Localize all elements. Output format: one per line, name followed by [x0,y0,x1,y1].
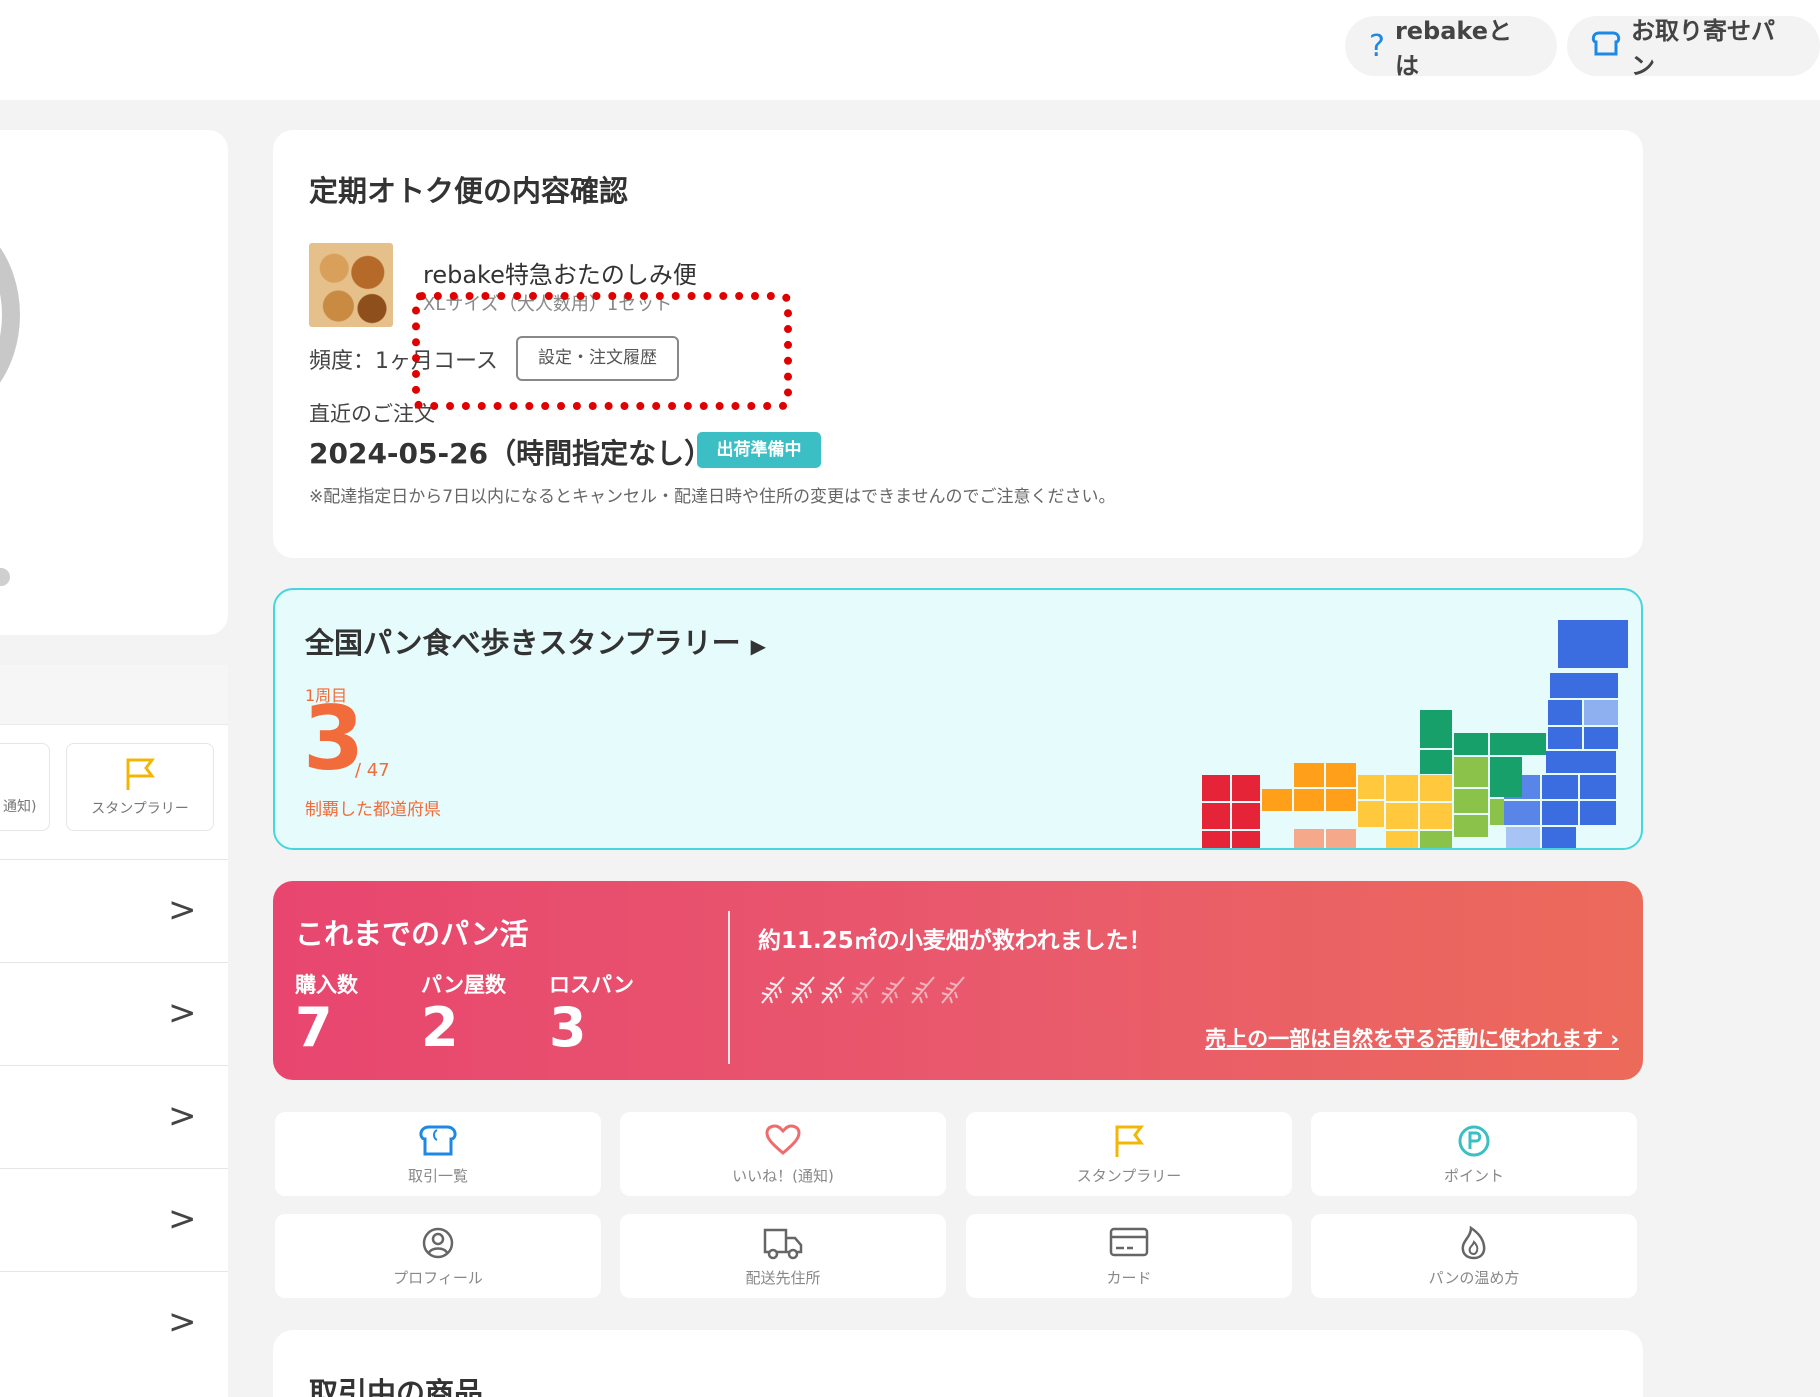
side-tile-notification[interactable]: 通知) [0,743,50,831]
side-tile-notification-label: 通知) [3,799,37,815]
avatar-edit-dot[interactable] [0,568,10,586]
stamp-rally-title: 全国パン食べ歩きスタンプラリー ▶ [305,620,766,662]
stamp-rally-title-text: 全国パン食べ歩きスタンプラリー [305,626,741,660]
tile-points-label: ポイント [1443,1167,1504,1185]
tile-likes-label: いいね！(通知) [732,1167,834,1185]
flag-icon [126,758,155,790]
nature-activity-link[interactable]: 売上の一部は自然を守る活動に使われます › [1205,1023,1619,1053]
stamp-rally-card[interactable]: 全国パン食べ歩きスタンプラリー ▶ 1周目 3 / 47 制覇した都道府県 [273,588,1643,850]
about-rebake-button[interactable]: ? rebakeとは [1345,16,1557,80]
tile-card[interactable]: カード [966,1214,1292,1298]
order-bread-label: お取り寄せパン [1631,17,1775,80]
flame-icon [1461,1226,1486,1260]
tile-card-label: カード [1106,1269,1152,1287]
tile-points[interactable]: ポイント [1311,1112,1637,1196]
tile-likes[interactable]: いいね！(通知) [620,1112,946,1196]
tile-warming-guide-label: パンの温め方 [1428,1269,1520,1287]
about-rebake-label: rebakeとは [1394,17,1513,80]
side-menu: 通知) スタンプラリー > > > > > [0,665,228,1397]
side-menu-row[interactable]: > [0,859,228,962]
prefecture-total: / 47 [355,760,390,781]
cancellation-note: ※配達指定日から7日以内になるとキャンセル・配達日時や住所の変更はできませんので… [309,487,1116,507]
user-icon [422,1227,454,1259]
question-icon: ? [1369,28,1385,64]
stat-bakery-value: 2 [421,996,459,1059]
side-menu-row[interactable]: > [0,962,228,1065]
stat-loss-bread-label: ロスパン [549,973,635,997]
stat-bakery-label: パン屋数 [421,973,507,997]
tile-transactions[interactable]: 取引一覧 [275,1112,601,1196]
side-tile-stamp-rally-label: スタンプラリー [91,801,189,817]
tile-profile-label: プロフィール [393,1269,483,1287]
bread-icon [1591,29,1621,64]
status-badge: 出荷準備中 [697,432,821,468]
recent-order-date: 2024-05-26（時間指定なし） [309,437,713,470]
avatar [0,210,20,420]
chevron-right-icon: > [168,993,197,1033]
heart-icon [765,1124,801,1155]
subscription-title: 定期オトク便の内容確認 [309,174,629,208]
trading-items-card: 取引中の商品 [273,1330,1643,1397]
conquered-label: 制覇した都道府県 [305,800,441,820]
tile-stamp-rally-label: スタンプラリー [1076,1167,1182,1185]
tile-transactions-label: 取引一覧 [407,1167,468,1185]
side-menu-row[interactable]: > [0,1271,228,1374]
pan-activity-card: これまでのパン活 購入数 7 パン屋数 2 ロスパン 3 約11.25㎡の小麦畑… [273,881,1643,1080]
stat-purchase-value: 7 [295,996,333,1059]
order-bread-button[interactable]: お取り寄せパン [1567,16,1820,80]
stat-loss-bread-value: 3 [549,996,587,1059]
chevron-right-icon: > [168,1096,197,1136]
highlight-annotation [412,292,792,410]
tile-stamp-rally[interactable]: スタンプラリー [966,1112,1292,1196]
wheat-field-text: 約11.25㎡の小麦畑が救われました！ [758,928,1152,954]
tile-profile[interactable]: プロフィール [275,1214,601,1298]
card-icon [1109,1227,1149,1257]
side-tile-stamp-rally[interactable]: スタンプラリー [66,743,214,831]
pan-activity-title: これまでのパン活 [295,917,529,951]
play-arrow-icon: ▶ [750,634,766,658]
chevron-right-icon: > [168,1199,197,1239]
flag-icon [1115,1125,1144,1157]
profile-card [0,130,228,635]
point-icon [1458,1125,1490,1157]
chevron-right-icon: > [168,1302,197,1342]
top-bar: ? rebakeとは お取り寄せパン [0,0,1820,100]
truck-icon [763,1228,803,1260]
bread-icon [419,1125,457,1156]
side-menu-header [0,665,228,725]
japan-map-icon [1202,620,1628,848]
wheat-icons [758,973,968,1013]
trading-items-title: 取引中の商品 [309,1376,484,1397]
product-name: rebake特急おたのしみ便 [423,261,697,289]
tile-shipping-address-label: 配送先住所 [745,1269,821,1287]
product-thumbnail[interactable] [309,243,393,327]
side-menu-row[interactable]: > [0,1168,228,1271]
stat-purchase-label: 購入数 [295,973,358,997]
tile-shipping-address[interactable]: 配送先住所 [620,1214,946,1298]
tile-warming-guide[interactable]: パンの温め方 [1311,1214,1637,1298]
divider [728,911,730,1064]
side-menu-row[interactable]: > [0,1065,228,1168]
chevron-right-icon: > [168,890,197,930]
